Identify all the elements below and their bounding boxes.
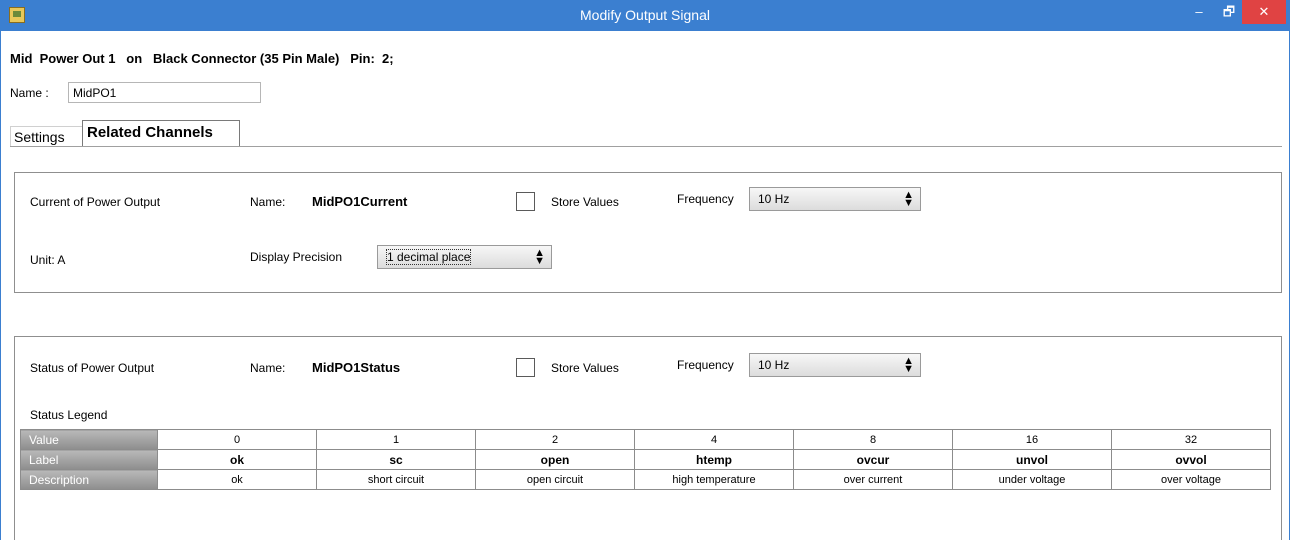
legend-cell: 32 bbox=[1111, 429, 1271, 450]
legend-cell: ok bbox=[157, 469, 317, 490]
current-frequency-label: Frequency bbox=[677, 192, 734, 206]
status-frequency-value: 10 Hz bbox=[758, 358, 790, 372]
legend-value-row: Value 0 1 2 4 8 16 32 bbox=[20, 429, 1271, 450]
legend-cell: open bbox=[475, 449, 635, 470]
legend-cell: ovvol bbox=[1111, 449, 1271, 470]
tab-divider bbox=[10, 146, 1282, 147]
close-button[interactable]: ✕ bbox=[1242, 0, 1286, 24]
legend-cell: high temperature bbox=[634, 469, 794, 490]
tab-settings[interactable]: Settings bbox=[10, 126, 82, 147]
select-arrows-icon: ▲ ▼ bbox=[903, 189, 914, 209]
status-store-values-checkbox[interactable] bbox=[516, 358, 535, 377]
signal-heading: Mid Power Out 1 on Black Connector (35 P… bbox=[10, 51, 394, 66]
status-channel-title: Status of Power Output bbox=[30, 361, 155, 375]
legend-cell: sc bbox=[316, 449, 476, 470]
legend-cell: 0 bbox=[157, 429, 317, 450]
legend-description-row: Description ok short circuit open circui… bbox=[20, 469, 1271, 490]
status-store-values-label[interactable]: Store Values bbox=[551, 361, 619, 375]
legend-cell: open circuit bbox=[475, 469, 635, 490]
status-name-label: Name: bbox=[250, 361, 286, 375]
status-name-value: MidPO1Status bbox=[312, 360, 401, 375]
name-input[interactable] bbox=[68, 82, 261, 103]
minimize-button[interactable]: – bbox=[1184, 0, 1214, 24]
legend-cell: htemp bbox=[634, 449, 794, 470]
legend-cell: 1 bbox=[316, 429, 476, 450]
status-frequency-label: Frequency bbox=[677, 358, 734, 372]
legend-label-row: Label ok sc open htemp ovcur unvol ovvol bbox=[20, 449, 1271, 470]
legend-cell: ovcur bbox=[793, 449, 953, 470]
current-name-label: Name: bbox=[250, 195, 286, 209]
current-frequency-select[interactable]: 10 Hz ▲ ▼ bbox=[749, 187, 921, 211]
status-channel-group: Status of Power Output Name: MidPO1Statu… bbox=[14, 336, 1282, 540]
legend-cell: 16 bbox=[952, 429, 1112, 450]
name-label: Name : bbox=[10, 86, 49, 100]
legend-cell: 2 bbox=[475, 429, 635, 450]
legend-cell: ok bbox=[157, 449, 317, 470]
legend-cell: over voltage bbox=[1111, 469, 1271, 490]
window-title: Modify Output Signal bbox=[580, 7, 710, 23]
current-name-value: MidPO1Current bbox=[312, 194, 408, 209]
status-legend-table: Value 0 1 2 4 8 16 32 Label ok sc open h… bbox=[20, 429, 1271, 490]
status-frequency-select[interactable]: 10 Hz ▲ ▼ bbox=[749, 353, 921, 377]
display-precision-value: 1 decimal place bbox=[386, 249, 472, 265]
current-store-values-checkbox[interactable] bbox=[516, 192, 535, 211]
current-store-values-label[interactable]: Store Values bbox=[551, 195, 619, 209]
current-channel-title: Current of Power Output bbox=[30, 195, 161, 209]
legend-cell: 8 bbox=[793, 429, 953, 450]
dialog-body: Mid Power Out 1 on Black Connector (35 P… bbox=[0, 31, 1290, 540]
current-unit: Unit: A bbox=[30, 253, 66, 267]
legend-row-header: Value bbox=[20, 429, 158, 450]
current-channel-group: Current of Power Output Name: MidPO1Curr… bbox=[14, 172, 1282, 293]
display-precision-label: Display Precision bbox=[250, 250, 343, 264]
legend-cell: unvol bbox=[952, 449, 1112, 470]
legend-cell: under voltage bbox=[952, 469, 1112, 490]
title-bar: Modify Output Signal – 🗗 ✕ bbox=[0, 0, 1290, 31]
legend-cell: over current bbox=[793, 469, 953, 490]
select-arrows-icon: ▲ ▼ bbox=[903, 355, 914, 375]
tab-related-channels[interactable]: Related Channels bbox=[82, 120, 240, 147]
display-precision-select[interactable]: 1 decimal place ▲ ▼ bbox=[377, 245, 552, 269]
current-frequency-value: 10 Hz bbox=[758, 192, 790, 206]
legend-cell: 4 bbox=[634, 429, 794, 450]
status-legend-title: Status Legend bbox=[30, 408, 108, 422]
legend-row-header: Description bbox=[20, 469, 158, 490]
legend-cell: short circuit bbox=[316, 469, 476, 490]
restore-button[interactable]: 🗗 bbox=[1214, 0, 1244, 24]
legend-row-header: Label bbox=[20, 449, 158, 470]
select-arrows-icon: ▲ ▼ bbox=[534, 247, 545, 267]
